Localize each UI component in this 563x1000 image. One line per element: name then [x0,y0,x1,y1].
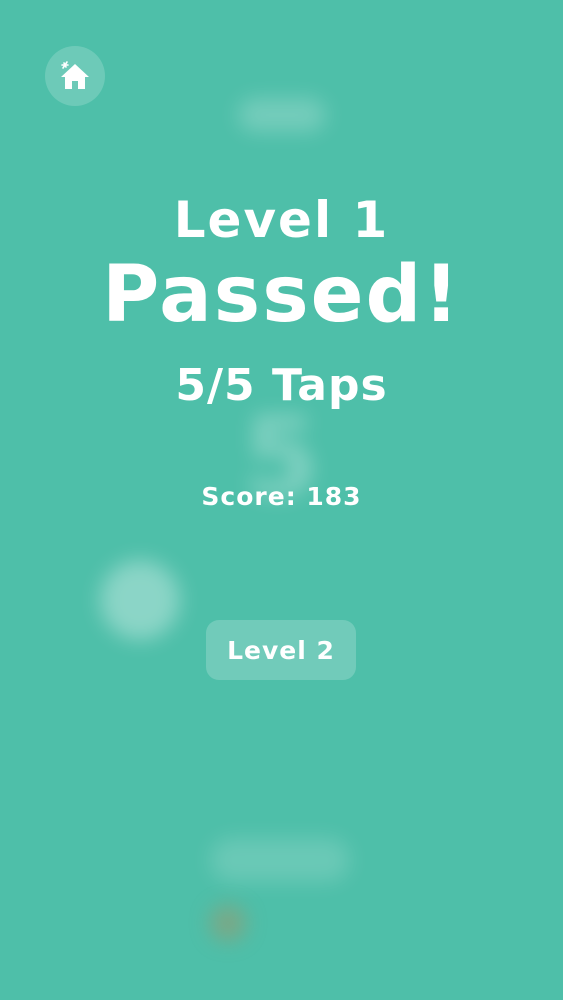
level-complete-screen: 5 Level 1 Passed! 5/5 Taps Score: 183 Le… [0,0,563,1000]
next-level-label: Level 2 [227,635,335,665]
home-button[interactable] [45,46,105,106]
taps-count: 5/5 Taps [175,360,388,411]
next-level-button[interactable]: Level 2 [206,620,356,680]
home-icon [58,59,92,93]
blurred-top-pill [238,98,326,132]
blurred-bottom-dot [210,905,246,941]
blurred-tap-target [100,560,180,640]
level-title: Level 1 [173,191,390,249]
score-text: Score: 183 [201,482,362,511]
passed-title: Passed! [102,250,461,340]
blurred-bottom-pill [210,838,350,882]
